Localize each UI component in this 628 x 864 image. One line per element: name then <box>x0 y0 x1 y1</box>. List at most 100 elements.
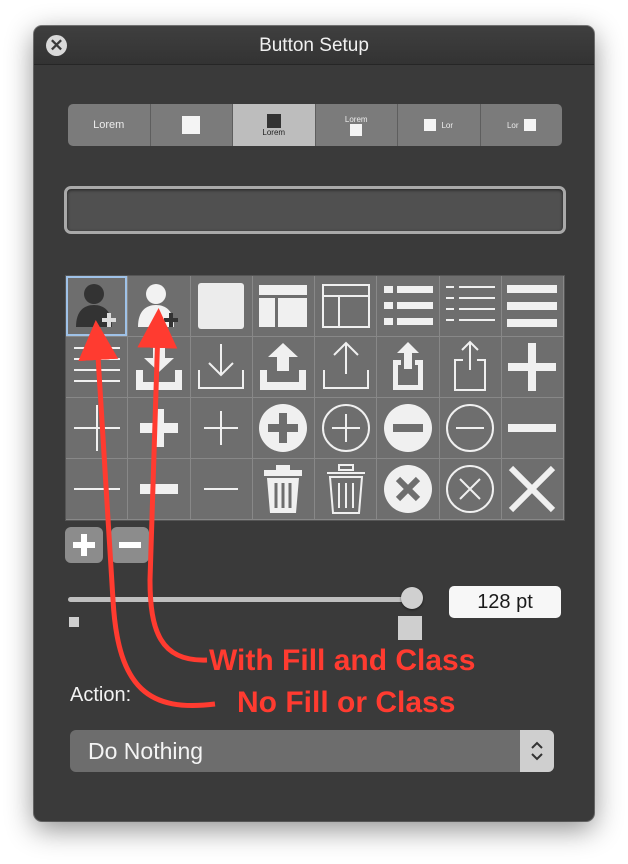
icon-cell-user-add-white[interactable] <box>128 276 191 337</box>
icon-cell-trash-filled[interactable] <box>252 459 315 520</box>
action-selected-value: Do Nothing <box>88 738 204 764</box>
share-filled-icon <box>392 342 423 390</box>
size-large-icon <box>398 616 422 640</box>
segment-label: Lor <box>506 120 519 130</box>
icon-cell-layout-filled[interactable] <box>252 276 315 337</box>
plus-thick-icon <box>508 343 557 391</box>
icon-cell-share-filled[interactable] <box>377 337 440 398</box>
add-icon-button[interactable] <box>65 527 103 563</box>
user-add-white-icon <box>137 284 178 327</box>
x-circle-outline-icon <box>446 465 495 513</box>
popup-arrows-icon <box>520 730 554 772</box>
remove-icon-button[interactable] <box>111 527 149 563</box>
square-icon <box>182 116 201 134</box>
segment-label: Lor <box>441 120 454 130</box>
icon-cell-minus-light[interactable] <box>190 459 253 520</box>
list-filled-icon <box>383 286 433 325</box>
minus-medium-icon <box>139 484 178 494</box>
minus-icon <box>119 542 141 548</box>
segment-icon-only[interactable] <box>151 104 233 146</box>
segment-text-only[interactable]: Lorem <box>68 104 151 146</box>
icon-cell-x-circle-outline[interactable] <box>439 459 502 520</box>
share-outline-icon <box>454 340 487 391</box>
icon-cell-minus-circle-outline[interactable] <box>439 398 502 459</box>
icon-cell-upload-filled[interactable] <box>252 337 315 398</box>
button-label-field[interactable] <box>64 186 566 234</box>
segment-icon-above-text[interactable]: Lorem <box>233 104 316 146</box>
minus-thick-icon <box>508 424 557 432</box>
icon-cell-minus-circle-filled[interactable] <box>377 398 440 459</box>
icon-cell-download-outline[interactable] <box>190 337 253 398</box>
icon-cell-menu-thin[interactable] <box>66 337 129 398</box>
annotation-with-fill: With Fill and Class <box>209 644 476 677</box>
user-add-filled-icon <box>75 284 116 327</box>
segment-text-above-icon[interactable]: Lorem <box>316 104 398 146</box>
action-label: Action: <box>70 684 132 706</box>
icon-cell-minus-medium[interactable] <box>128 459 191 520</box>
trash-filled-icon <box>264 465 303 513</box>
icon-cell-x-circle-filled[interactable] <box>377 459 440 520</box>
x-circle-filled-icon <box>383 465 432 513</box>
menu-thick-icon <box>507 285 558 327</box>
download-filled-icon <box>135 344 182 390</box>
icon-cell-list-outline[interactable] <box>439 276 502 337</box>
segment-icon-left-text[interactable]: Lor <box>398 104 481 146</box>
icon-size-slider-track[interactable] <box>68 597 412 602</box>
layout-outline-icon <box>321 284 370 328</box>
icon-cell-plus-light[interactable] <box>190 398 253 459</box>
plus-circle-filled-icon <box>259 404 308 452</box>
icon-cell-x-thick[interactable] <box>501 459 564 520</box>
icon-size-slider-knob[interactable] <box>401 587 423 609</box>
x-thick-icon <box>509 465 556 513</box>
segment-label: Lorem <box>262 127 286 137</box>
icon-grid <box>65 275 565 521</box>
icon-cell-plus-circle-filled[interactable] <box>252 398 315 459</box>
layout-filled-icon <box>259 285 308 327</box>
upload-outline-icon <box>322 341 369 389</box>
minus-circle-filled-icon <box>383 404 432 452</box>
annotation-no-fill: No Fill or Class <box>237 686 456 719</box>
download-outline-icon <box>198 344 245 389</box>
icon-cell-share-outline[interactable] <box>439 337 502 398</box>
square-icon <box>350 123 363 136</box>
action-popup[interactable]: Do Nothing <box>70 730 554 772</box>
title-bar: ✕ Button Setup <box>34 26 594 65</box>
segment-label: Lorem <box>344 114 368 124</box>
display-style-segmented-control: Lorem Lorem Lorem Lor Lor <box>68 104 562 146</box>
icon-cell-download-filled[interactable] <box>128 337 191 398</box>
segment-text-left-icon[interactable]: Lor <box>481 104 563 146</box>
icon-cell-menu-thick[interactable] <box>501 276 564 337</box>
icon-size-field[interactable]: 128 pt <box>449 586 561 618</box>
plus-thin-icon <box>73 405 120 451</box>
plus-icon <box>73 534 95 556</box>
trash-outline-icon <box>326 464 365 514</box>
list-outline-icon <box>446 286 496 321</box>
icon-cell-plus-thin[interactable] <box>66 398 129 459</box>
icon-cell-square[interactable] <box>190 276 253 337</box>
minus-circle-outline-icon <box>446 404 495 452</box>
segment-label: Lorem <box>93 119 125 131</box>
upload-filled-icon <box>260 343 307 390</box>
plus-light-icon <box>204 411 239 445</box>
plus-medium-icon <box>139 409 178 447</box>
window-title: Button Setup <box>259 35 369 56</box>
square-icon <box>198 283 245 329</box>
icon-cell-upload-outline[interactable] <box>315 337 378 398</box>
icon-cell-plus-circle-outline[interactable] <box>315 398 378 459</box>
icon-cell-list-filled[interactable] <box>377 276 440 337</box>
minus-thin-icon <box>73 488 120 490</box>
icon-cell-minus-thin[interactable] <box>66 459 129 520</box>
icon-cell-user-add-filled[interactable] <box>66 276 129 337</box>
icon-cell-trash-outline[interactable] <box>315 459 378 520</box>
square-icon <box>266 113 281 128</box>
size-small-icon <box>69 617 79 627</box>
menu-thin-icon <box>73 347 120 382</box>
square-icon <box>523 119 536 131</box>
minus-light-icon <box>204 488 239 490</box>
plus-circle-outline-icon <box>321 404 370 452</box>
icon-cell-layout-outline[interactable] <box>315 276 378 337</box>
icon-cell-plus-thick[interactable] <box>501 337 564 398</box>
icon-cell-minus-thick[interactable] <box>501 398 564 459</box>
square-icon <box>424 119 437 131</box>
icon-cell-plus-medium[interactable] <box>128 398 191 459</box>
